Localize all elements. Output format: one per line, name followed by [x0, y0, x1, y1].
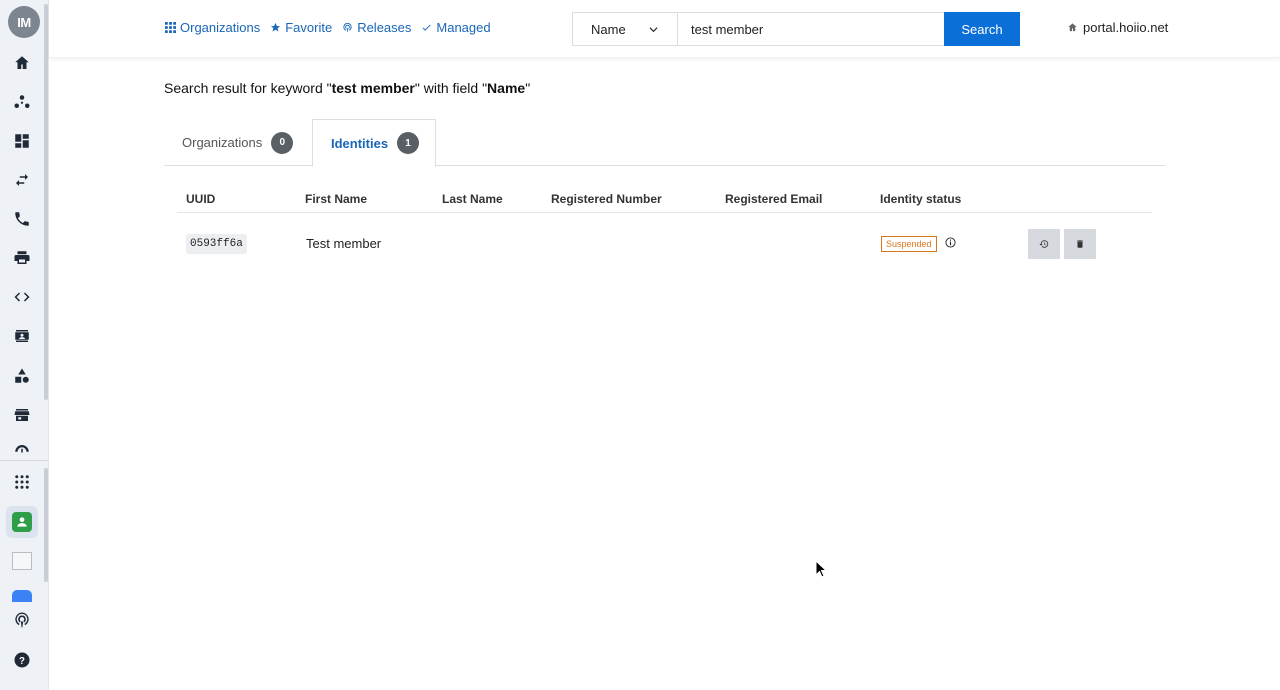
help-icon[interactable]: ? [12, 650, 32, 670]
nav-favorite[interactable]: Favorite [270, 20, 332, 35]
column-registered-email: Registered Email [725, 192, 823, 206]
trash-icon [1077, 240, 1083, 248]
column-first-name: First Name [305, 192, 368, 206]
svg-text:?: ? [19, 656, 25, 667]
mouse-cursor-icon [815, 560, 827, 578]
history-icon [1039, 240, 1049, 248]
nav-managed[interactable]: Managed [421, 20, 491, 35]
dashboard-icon[interactable] [12, 131, 32, 151]
heading-field: Name [487, 80, 526, 96]
nav-managed-label: Managed [436, 20, 491, 35]
sidebar-divider [0, 460, 48, 461]
avatar[interactable]: IM [8, 6, 40, 38]
hub-icon[interactable] [12, 92, 32, 112]
code-icon[interactable] [12, 287, 32, 307]
heading-keyword: test member [331, 80, 415, 96]
column-uuid: UUID [186, 192, 216, 206]
sidebar-scrollbar[interactable] [44, 4, 48, 400]
grid-icon [165, 22, 176, 33]
top-navigation: Organizations Favorite Releases Managed [165, 20, 491, 35]
sidebar: IM ? [0, 0, 49, 690]
nav-releases[interactable]: Releases [342, 20, 411, 35]
nav-organizations[interactable]: Organizations [165, 20, 260, 35]
portal-link-label: portal.hoiio.net [1083, 20, 1169, 35]
blue-app-icon[interactable] [12, 590, 32, 602]
chevron-down-icon [649, 27, 658, 33]
home-icon[interactable] [12, 53, 32, 73]
status-badge: Suspended [881, 236, 937, 252]
nav-releases-label: Releases [357, 20, 412, 35]
check-icon [422, 24, 432, 31]
shapes-icon[interactable] [12, 366, 32, 386]
info-icon[interactable] [945, 237, 956, 248]
gauge-icon[interactable] [12, 442, 32, 456]
portal-link[interactable]: portal.hoiio.net [1067, 20, 1168, 35]
search-input[interactable] [677, 12, 945, 46]
heading-prefix: Search result for keyword " [164, 80, 332, 96]
heading-suffix: " [525, 80, 531, 96]
identities-table: UUID First Name Last Name Registered Num… [177, 186, 1152, 273]
sidebar-apps-scrollbar[interactable] [44, 468, 48, 582]
search-button[interactable]: Search [944, 12, 1020, 46]
podcast-icon [343, 22, 352, 33]
podcast-icon[interactable] [12, 610, 32, 630]
star-icon [271, 22, 281, 32]
active-app-icon[interactable] [6, 506, 38, 538]
tab-organizations-count: 0 [271, 131, 294, 154]
column-last-name: Last Name [442, 192, 503, 206]
contact-card-icon[interactable] [12, 326, 32, 346]
uuid-chip[interactable]: 0593ff6a [186, 234, 247, 254]
tab-identities-label: Identities [331, 135, 389, 151]
heading-middle: " with field " [414, 80, 488, 96]
search-field-value: Name [591, 21, 626, 37]
store-icon[interactable] [12, 405, 32, 425]
delete-button[interactable] [1064, 229, 1096, 259]
first-name-cell: Test member [306, 236, 382, 251]
search-field-select[interactable]: Name [572, 12, 678, 46]
column-identity-status: Identity status [880, 192, 962, 206]
broken-image-icon[interactable] [12, 552, 32, 570]
tab-identities[interactable]: Identities 1 [312, 119, 436, 167]
transfer-icon[interactable] [12, 170, 32, 190]
restore-button[interactable] [1028, 229, 1060, 259]
home-icon [1068, 23, 1077, 32]
result-tabs: Organizations 0 Identities 1 [164, 119, 1165, 167]
search-result-heading: Search result for keyword "test member" … [164, 80, 530, 96]
table-row: 0593ff6a Test member Suspended [177, 213, 1152, 273]
apps-grid-icon[interactable] [12, 472, 32, 492]
phone-icon[interactable] [12, 209, 32, 229]
table-header: UUID First Name Last Name Registered Num… [177, 186, 1152, 213]
top-bar: Organizations Favorite Releases Managed … [49, 0, 1280, 58]
tab-organizations[interactable]: Organizations 0 [164, 119, 312, 166]
printer-icon[interactable] [12, 248, 32, 268]
column-registered-number: Registered Number [551, 192, 662, 206]
nav-organizations-label: Organizations [180, 20, 261, 35]
nav-favorite-label: Favorite [285, 20, 333, 35]
tab-identities-count: 1 [397, 132, 420, 154]
tab-organizations-label: Organizations [182, 135, 263, 150]
